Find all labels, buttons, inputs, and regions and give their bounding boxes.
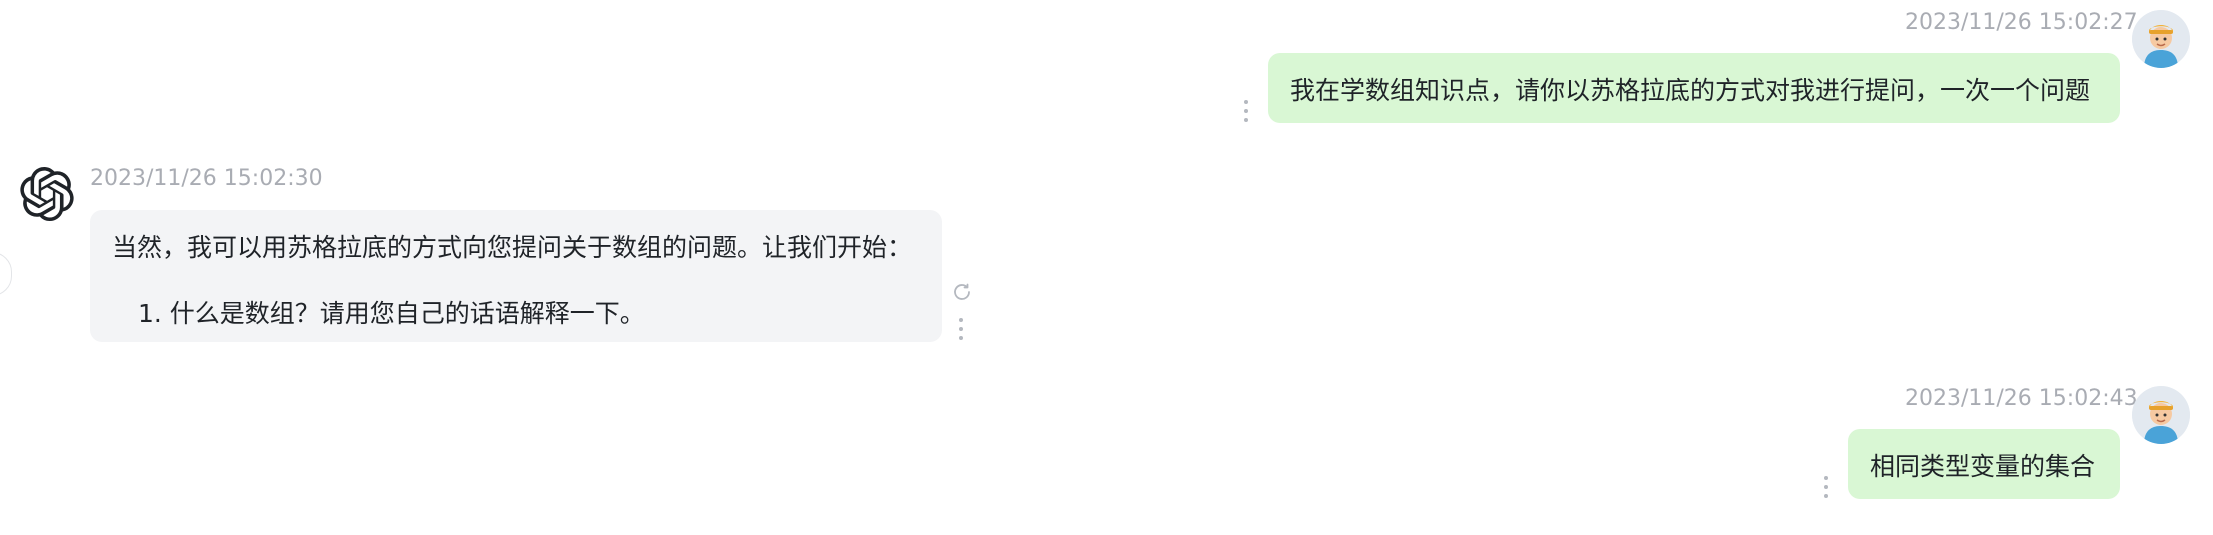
sidebar-toggle-handle[interactable] — [0, 252, 12, 296]
message-timestamp: 2023/11/26 15:02:30 — [90, 166, 323, 191]
user-message-text: 相同类型变量的集合 — [1870, 452, 2096, 481]
assistant-message-bubble: 当然，我可以用苏格拉底的方式向您提问关于数组的问题。让我们开始： 1. 什么是数… — [90, 210, 942, 342]
assistant-list-item: 1. 什么是数组？请用您自己的话语解释一下。 — [138, 299, 645, 328]
user-message-bubble: 相同类型变量的集合 — [1848, 429, 2120, 499]
user-avatar — [2132, 10, 2190, 68]
message-timestamp: 2023/11/26 15:02:27 — [1905, 10, 2138, 35]
refresh-icon[interactable] — [950, 280, 974, 304]
more-vertical-icon[interactable] — [1823, 476, 1829, 498]
more-vertical-icon[interactable] — [958, 318, 964, 340]
user-avatar — [2132, 386, 2190, 444]
assistant-message-text: 当然，我可以用苏格拉底的方式向您提问关于数组的问题。让我们开始： — [112, 233, 913, 262]
chat-conversation: 2023/11/26 15:02:27 我在学数组知识点，请你以苏格拉底的方式对… — [0, 0, 2213, 535]
more-vertical-icon[interactable] — [1243, 100, 1249, 122]
user-message-text: 我在学数组知识点，请你以苏格拉底的方式对我进行提问，一次一个问题 — [1290, 76, 2091, 105]
openai-logo-icon — [20, 167, 74, 221]
message-timestamp: 2023/11/26 15:02:43 — [1905, 386, 2138, 411]
user-message-bubble: 我在学数组知识点，请你以苏格拉底的方式对我进行提问，一次一个问题 — [1268, 53, 2120, 123]
